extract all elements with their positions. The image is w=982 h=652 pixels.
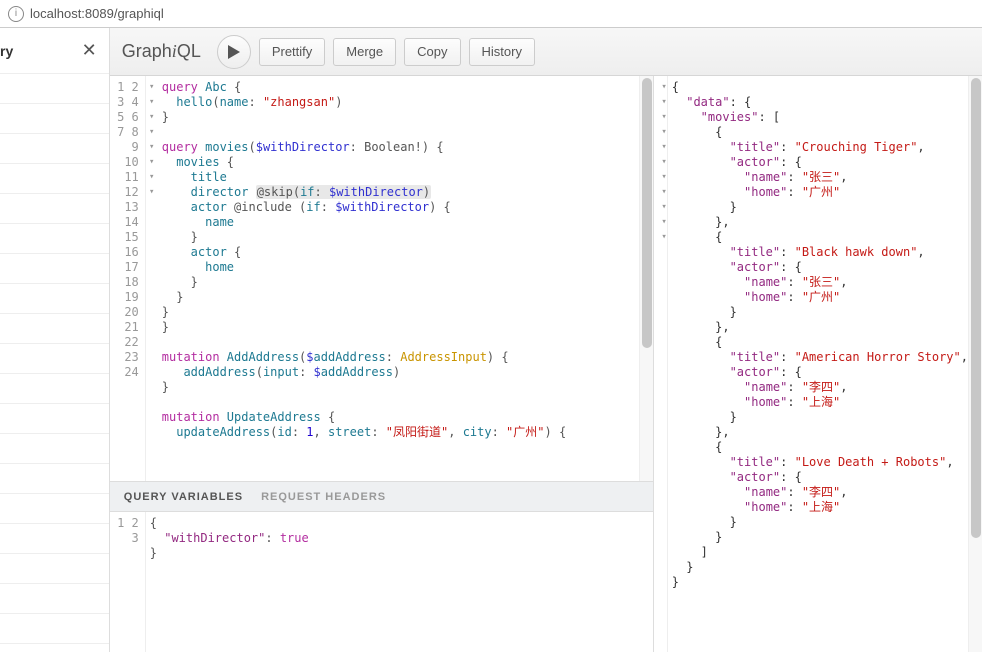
list-item[interactable] xyxy=(0,314,109,344)
history-panel-header: ry ✕ xyxy=(0,28,109,74)
graphiql-logo: GraphiQL xyxy=(122,41,201,62)
scrollbar-thumb[interactable] xyxy=(642,78,652,348)
variables-body[interactable]: 1 2 3 { "withDirector": true } xyxy=(110,512,653,652)
list-item[interactable] xyxy=(0,524,109,554)
workspace: 1 2 3 4 5 6 7 8 9 10 11 12 13 14 15 16 1… xyxy=(110,76,982,652)
prettify-button[interactable]: Prettify xyxy=(259,38,325,66)
line-gutter: 1 2 3 4 5 6 7 8 9 10 11 12 13 14 15 16 1… xyxy=(110,76,146,481)
copy-button[interactable]: Copy xyxy=(404,38,460,66)
list-item[interactable] xyxy=(0,194,109,224)
list-item[interactable] xyxy=(0,224,109,254)
list-item[interactable] xyxy=(0,464,109,494)
history-panel-title: ry xyxy=(0,43,13,59)
close-icon[interactable]: ✕ xyxy=(82,40,101,61)
editor-scrollbar[interactable] xyxy=(639,76,653,481)
line-gutter: 1 2 3 xyxy=(110,512,146,652)
merge-button[interactable]: Merge xyxy=(333,38,396,66)
query-editor: 1 2 3 4 5 6 7 8 9 10 11 12 13 14 15 16 1… xyxy=(110,76,653,652)
list-item[interactable] xyxy=(0,134,109,164)
list-item[interactable] xyxy=(0,254,109,284)
tab-request-headers[interactable]: REQUEST HEADERS xyxy=(261,491,386,503)
list-item[interactable] xyxy=(0,434,109,464)
list-item[interactable] xyxy=(0,614,109,644)
fold-gutter[interactable]: ▾ ▾ ▾ ▾ ▾ ▾ ▾ ▾ xyxy=(146,76,158,481)
toolbar: GraphiQL Prettify Merge Copy History xyxy=(110,28,982,76)
address-bar[interactable]: i localhost:8089/graphiql xyxy=(0,0,982,28)
history-list xyxy=(0,74,109,644)
variables-tabs: QUERY VARIABLES REQUEST HEADERS xyxy=(110,482,653,512)
tab-query-variables[interactable]: QUERY VARIABLES xyxy=(124,491,243,503)
list-item[interactable] xyxy=(0,344,109,374)
result-code: { "data": { "movies": [ { "title": "Crou… xyxy=(668,76,968,652)
result-fold-gutter[interactable]: ▾ ▾ ▾ ▾ ▾ ▾ ▾ ▾ ▾ ▾ ▾ xyxy=(654,76,668,652)
list-item[interactable] xyxy=(0,494,109,524)
code-area[interactable]: query Abc { hello(name: "zhangsan") } qu… xyxy=(158,76,639,481)
result-pane: ▾ ▾ ▾ ▾ ▾ ▾ ▾ ▾ ▾ ▾ ▾ { "data": { "movie… xyxy=(653,76,982,652)
list-item[interactable] xyxy=(0,284,109,314)
list-item[interactable] xyxy=(0,404,109,434)
history-button[interactable]: History xyxy=(469,38,535,66)
main: ry ✕ GraphiQL xyxy=(0,28,982,652)
list-item[interactable] xyxy=(0,374,109,404)
list-item[interactable] xyxy=(0,74,109,104)
address-url: localhost:8089/graphiql xyxy=(30,6,164,21)
result-scrollbar[interactable] xyxy=(968,76,982,652)
list-item[interactable] xyxy=(0,164,109,194)
variables-code[interactable]: { "withDirector": true } xyxy=(146,512,653,652)
list-item[interactable] xyxy=(0,104,109,134)
graphiql-panel: GraphiQL Prettify Merge Copy History 1 2… xyxy=(110,28,982,652)
editor-body[interactable]: 1 2 3 4 5 6 7 8 9 10 11 12 13 14 15 16 1… xyxy=(110,76,653,481)
list-item[interactable] xyxy=(0,554,109,584)
run-button[interactable] xyxy=(217,35,251,69)
scrollbar-thumb[interactable] xyxy=(971,78,981,538)
info-icon: i xyxy=(8,6,24,22)
history-panel: ry ✕ xyxy=(0,28,110,652)
variables-pane: QUERY VARIABLES REQUEST HEADERS 1 2 3 { … xyxy=(110,481,653,652)
play-icon xyxy=(228,45,240,59)
result-body: ▾ ▾ ▾ ▾ ▾ ▾ ▾ ▾ ▾ ▾ ▾ { "data": { "movie… xyxy=(654,76,982,652)
list-item[interactable] xyxy=(0,584,109,614)
